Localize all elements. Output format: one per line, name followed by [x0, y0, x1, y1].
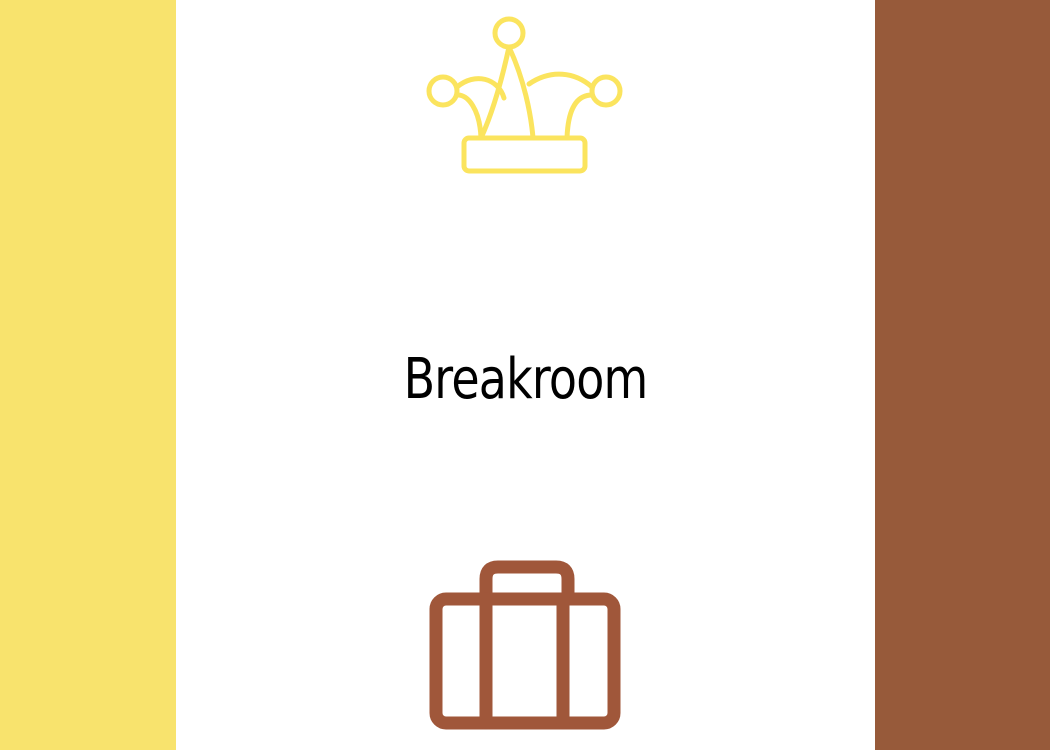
slide: Breakroom: [0, 0, 1050, 750]
left-color-band: [0, 0, 176, 750]
briefcase-icon: [429, 560, 621, 730]
jester-hat-icon: [426, 16, 623, 174]
page-title: Breakroom: [403, 347, 649, 412]
right-color-band: [875, 0, 1050, 750]
